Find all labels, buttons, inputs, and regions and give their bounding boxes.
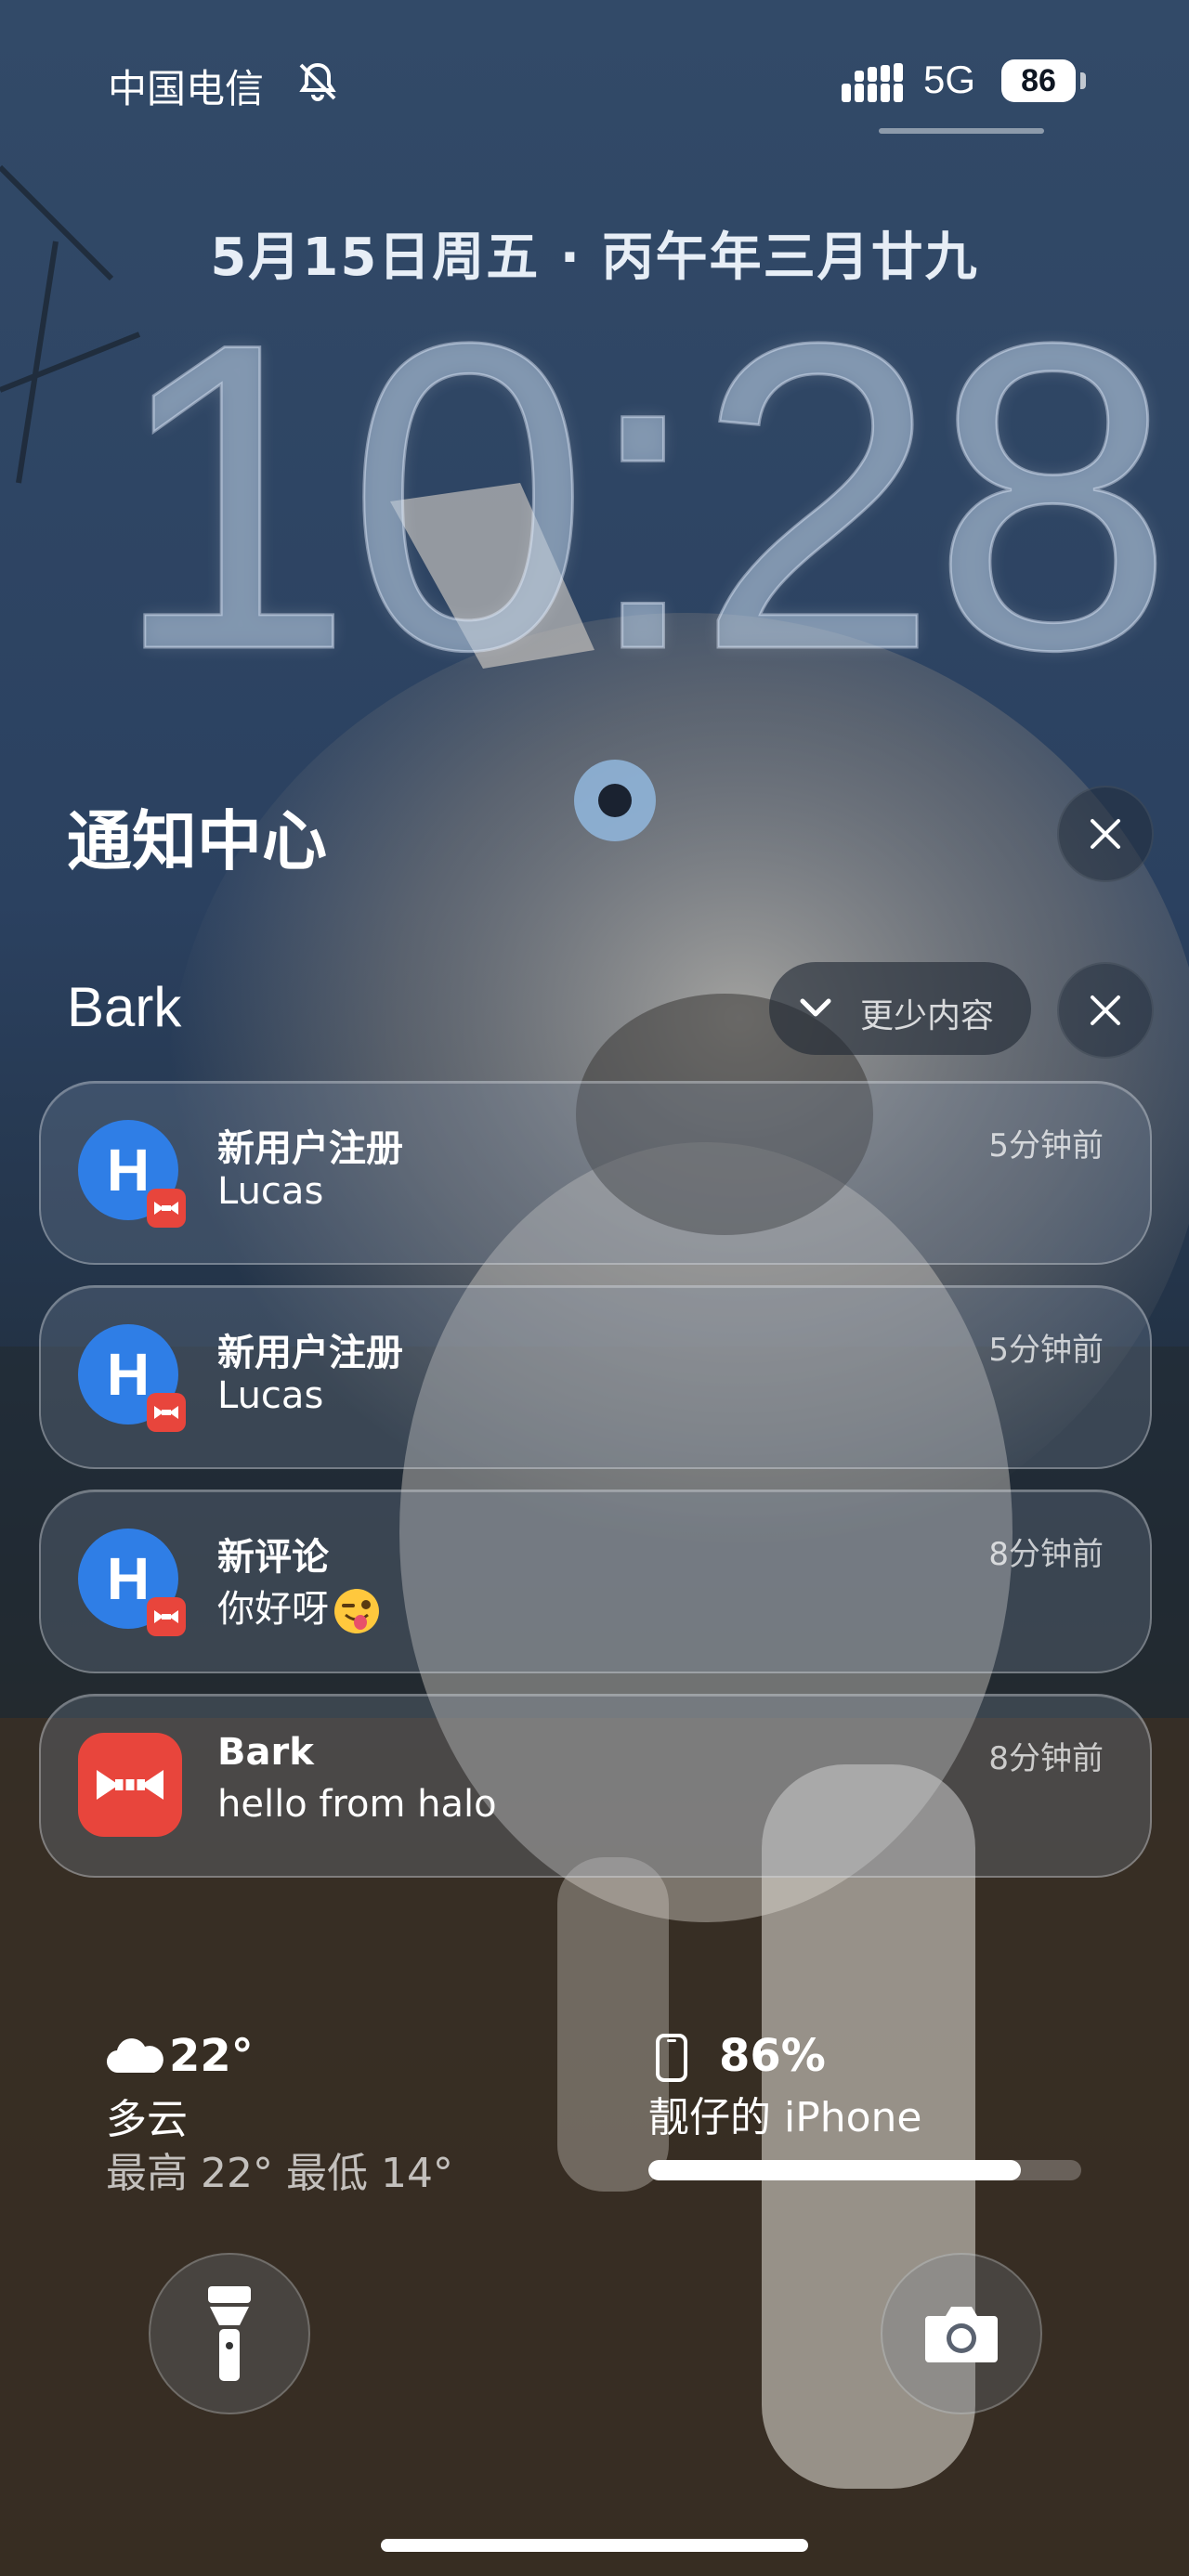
home-indicator[interactable] <box>381 2539 808 2552</box>
notification-body-text: 你好呀 <box>217 1588 329 1631</box>
signal-icon <box>842 63 903 102</box>
status-bar: 中国电信 5G 86 <box>0 46 1189 121</box>
battery-percent: 86% <box>719 2030 826 2082</box>
notification-group-title: Bark <box>67 976 182 1038</box>
battery-level-bar <box>648 2160 1081 2180</box>
notification-time: 5分钟前 <box>988 1332 1104 1369</box>
network-type: 5G <box>923 58 976 101</box>
svg-text:H: H <box>107 1137 150 1203</box>
weather-temperature: 22° <box>169 2030 254 2082</box>
chevron-down-icon <box>800 998 831 1017</box>
iphone-icon <box>656 2034 687 2082</box>
halo-app-icon: H <box>78 1529 186 1636</box>
camera-icon <box>925 2307 998 2362</box>
battery-device-name: 靓仔的 iPhone <box>648 2094 922 2141</box>
svg-text:H: H <box>107 1341 150 1408</box>
notification-title: 新用户注册 <box>217 1127 403 1170</box>
clock: 10:28 <box>111 253 1176 740</box>
notification-time: 5分钟前 <box>988 1127 1104 1164</box>
clear-all-button[interactable] <box>1057 786 1154 882</box>
show-less-label: 更少内容 <box>860 997 995 1035</box>
notification-center-title: 通知中心 <box>67 803 327 879</box>
halo-app-icon: H <box>78 1120 186 1228</box>
halo-app-icon: H <box>78 1324 186 1432</box>
cloud-icon <box>106 2038 163 2074</box>
flashlight-button[interactable] <box>149 2253 310 2414</box>
bark-app-icon <box>78 1733 182 1837</box>
clear-group-button[interactable] <box>1057 962 1154 1059</box>
close-icon <box>1091 995 1120 1025</box>
svg-text:H: H <box>107 1545 150 1612</box>
notification-time: 8分钟前 <box>988 1740 1104 1777</box>
bell-slash-icon <box>299 62 336 101</box>
notification-card[interactable]: H 新用户注册 Lucas 5分钟前 <box>39 1285 1152 1469</box>
notification-body: 你好呀 <box>217 1579 381 1635</box>
notification-body: Lucas <box>217 1374 324 1417</box>
notification-title: 新评论 <box>217 1536 329 1579</box>
notification-card[interactable]: H 新评论 你好呀 8分钟前 <box>39 1490 1152 1673</box>
battery-level-fill <box>648 2160 1021 2180</box>
close-icon <box>1091 819 1120 849</box>
camera-button[interactable] <box>881 2253 1042 2414</box>
battery-widget[interactable]: 86% 靓仔的 iPhone <box>648 2030 1085 2190</box>
carrier-label: 中国电信 <box>108 66 265 111</box>
notification-title: Bark <box>217 1731 314 1774</box>
weather-condition: 多云 <box>106 2096 188 2143</box>
battery-tip <box>1080 72 1086 89</box>
notification-body: Lucas <box>217 1170 324 1213</box>
show-less-button[interactable]: 更少内容 <box>769 962 1031 1055</box>
winking-tongue-emoji-icon <box>334 1589 379 1633</box>
battery-indicator: 86 <box>1001 59 1076 102</box>
notification-title: 新用户注册 <box>217 1332 403 1374</box>
notification-time: 8分钟前 <box>988 1536 1104 1573</box>
notification-card[interactable]: Bark hello from halo 8分钟前 <box>39 1694 1152 1878</box>
control-center-handle[interactable] <box>879 128 1044 134</box>
notification-card[interactable]: H 新用户注册 Lucas 5分钟前 <box>39 1081 1152 1265</box>
weather-range: 最高 22° 最低 14° <box>106 2150 453 2197</box>
notification-body: hello from halo <box>217 1783 497 1826</box>
flashlight-icon <box>208 2286 251 2381</box>
